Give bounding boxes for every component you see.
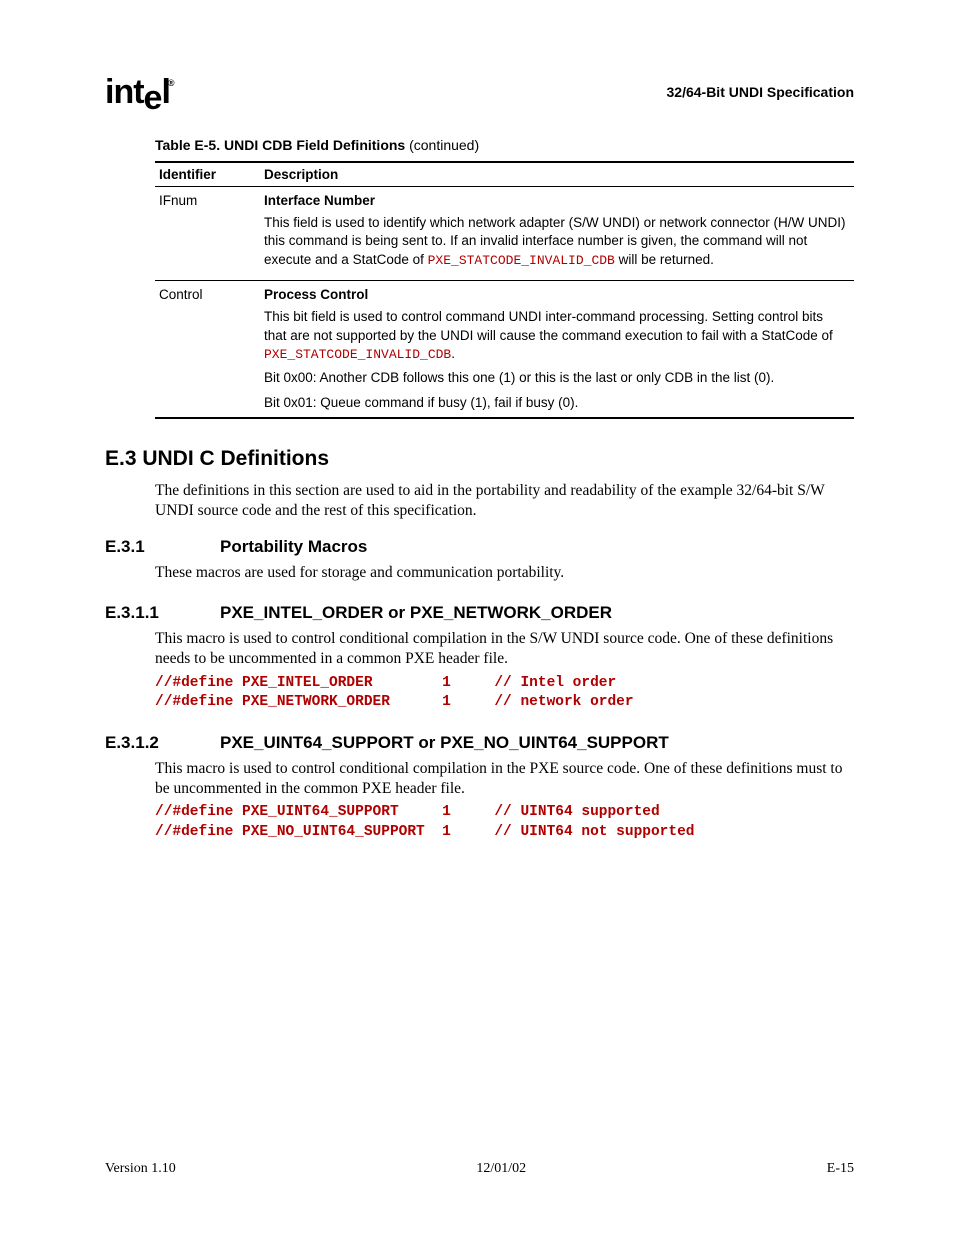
cell-description: Process Control This bit field is used t… [260, 281, 854, 418]
table-caption-continued: (continued) [409, 137, 479, 153]
section-e3-1-2-body: This macro is used to control conditiona… [155, 759, 854, 799]
table-caption: Table E-5. UNDI CDB Field Definitions (c… [155, 137, 854, 153]
code-constant: PXE_STATCODE_INVALID_CDB [428, 253, 615, 268]
table-header-row: Identifier Description [155, 162, 854, 187]
page: intel® 32/64-Bit UNDI Specification Tabl… [0, 0, 954, 1235]
intel-logo: intel® [105, 75, 176, 109]
section-e3-1-1-heading: E.3.1.1PXE_INTEL_ORDER or PXE_NETWORK_OR… [105, 603, 854, 623]
section-number: E.3.1 [105, 537, 220, 557]
cell-identifier: IFnum [155, 187, 260, 281]
section-number: E.3.1.1 [105, 603, 220, 623]
code-block: //#define PXE_INTEL_ORDER 1 // Intel ord… [155, 674, 854, 713]
footer-page: E-15 [827, 1161, 854, 1177]
col-identifier: Identifier [155, 162, 260, 187]
cdb-table: Identifier Description IFnum Interface N… [155, 161, 854, 419]
section-number: E.3.1.2 [105, 733, 220, 753]
section-title: PXE_INTEL_ORDER or PXE_NETWORK_ORDER [220, 603, 612, 622]
document-title: 32/64-Bit UNDI Specification [667, 84, 855, 100]
code-constant: PXE_STATCODE_INVALID_CDB [264, 347, 451, 362]
table-caption-title: Table E-5. UNDI CDB Field Definitions [155, 137, 409, 153]
code-block: //#define PXE_UINT64_SUPPORT 1 // UINT64… [155, 803, 854, 842]
section-title: Portability Macros [220, 537, 367, 556]
section-title: PXE_UINT64_SUPPORT or PXE_NO_UINT64_SUPP… [220, 733, 669, 752]
page-footer: Version 1.10 12/01/02 E-15 [105, 1161, 854, 1177]
desc-title: Interface Number [264, 192, 848, 210]
section-e3-1-2-heading: E.3.1.2PXE_UINT64_SUPPORT or PXE_NO_UINT… [105, 733, 854, 753]
table-row: IFnum Interface Number This field is use… [155, 187, 854, 281]
desc-body: This bit field is used to control comman… [264, 308, 848, 363]
desc-title: Process Control [264, 286, 848, 304]
section-e3-1-body: These macros are used for storage and co… [155, 563, 854, 583]
page-header: intel® 32/64-Bit UNDI Specification [105, 75, 854, 109]
col-description: Description [260, 162, 854, 187]
cell-description: Interface Number This field is used to i… [260, 187, 854, 281]
desc-extra-2: Bit 0x01: Queue command if busy (1), fai… [264, 394, 848, 412]
cell-identifier: Control [155, 281, 260, 418]
desc-body: This field is used to identify which net… [264, 214, 848, 269]
footer-version: Version 1.10 [105, 1161, 176, 1177]
footer-date: 12/01/02 [476, 1161, 526, 1177]
section-e3-heading: E.3 UNDI C Definitions [105, 447, 854, 471]
section-e3-1-heading: E.3.1Portability Macros [105, 537, 854, 557]
section-e3-body: The definitions in this section are used… [155, 481, 854, 521]
section-e3-1-1-body: This macro is used to control conditiona… [155, 629, 854, 669]
desc-extra-1: Bit 0x00: Another CDB follows this one (… [264, 369, 848, 387]
table-row: Control Process Control This bit field i… [155, 281, 854, 418]
